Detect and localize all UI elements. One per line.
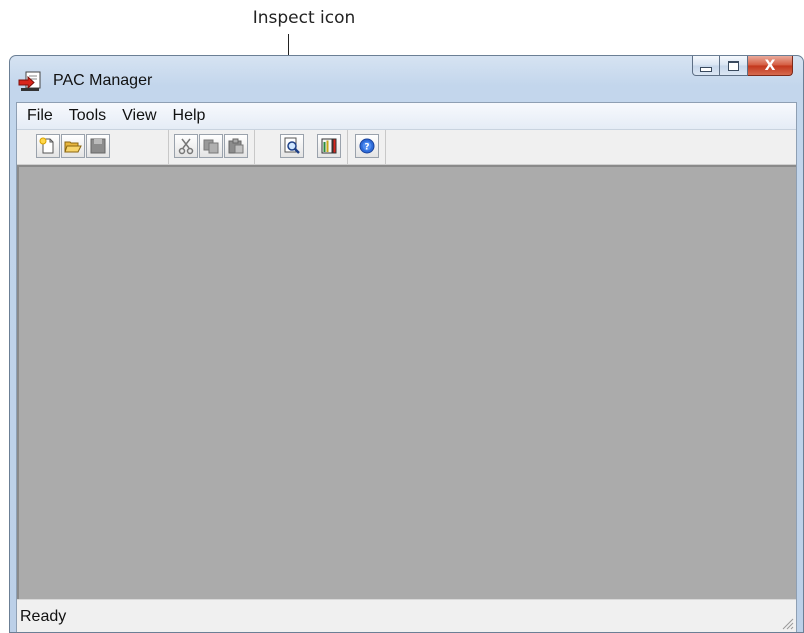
pac-manager-app-icon bbox=[18, 71, 41, 91]
client-area: File Tools View Help ? Ready bbox=[16, 102, 797, 632]
help-button[interactable]: ? bbox=[355, 134, 379, 158]
toolbar-separator bbox=[385, 130, 386, 164]
help-icon: ? bbox=[359, 138, 375, 154]
close-icon: X bbox=[764, 57, 776, 74]
toolbar-separator bbox=[254, 130, 255, 164]
menu-file[interactable]: File bbox=[17, 103, 61, 129]
cut-icon bbox=[178, 138, 194, 155]
menu-help[interactable]: Help bbox=[165, 103, 214, 129]
cut-button[interactable] bbox=[174, 134, 198, 158]
maximize-button[interactable] bbox=[720, 56, 748, 76]
workspace-area[interactable] bbox=[17, 165, 796, 600]
svg-text:?: ? bbox=[364, 143, 369, 153]
resize-grip-icon[interactable] bbox=[780, 616, 794, 630]
tools-bars-icon bbox=[321, 138, 337, 154]
status-bar: Ready bbox=[17, 599, 796, 632]
title-bar[interactable]: PAC Manager X bbox=[10, 56, 803, 102]
save-icon bbox=[90, 138, 106, 154]
toolbar-separator bbox=[347, 130, 348, 164]
toolbar-edit-group bbox=[174, 134, 249, 158]
new-file-icon bbox=[39, 137, 54, 154]
toolbar-help-group: ? bbox=[355, 134, 380, 158]
open-button[interactable] bbox=[61, 134, 85, 158]
copy-icon bbox=[203, 139, 219, 154]
paste-button[interactable] bbox=[224, 134, 248, 158]
copy-button[interactable] bbox=[199, 134, 223, 158]
window-controls: X bbox=[692, 56, 793, 78]
pac-manager-window: PAC Manager X File Tools View Help ? Rea… bbox=[9, 55, 804, 633]
menu-tools[interactable]: Tools bbox=[61, 103, 114, 129]
inspect-icon bbox=[284, 137, 300, 154]
minimize-icon bbox=[700, 66, 712, 72]
close-button[interactable]: X bbox=[748, 56, 793, 76]
paste-icon bbox=[228, 138, 244, 154]
open-folder-icon bbox=[64, 141, 82, 153]
status-text: Ready bbox=[20, 608, 67, 625]
window-title: PAC Manager bbox=[53, 72, 153, 89]
minimize-button[interactable] bbox=[692, 56, 720, 76]
new-button[interactable] bbox=[36, 134, 60, 158]
tools-button[interactable] bbox=[317, 134, 341, 158]
toolbar-separator bbox=[168, 130, 169, 164]
inspect-icon-callout: Inspect icon bbox=[252, 8, 356, 28]
maximize-icon bbox=[728, 60, 739, 71]
toolbar: ? bbox=[17, 130, 796, 165]
toolbar-file-group bbox=[36, 134, 111, 158]
toolbar-tools-group bbox=[317, 134, 342, 158]
menu-bar: File Tools View Help bbox=[17, 103, 796, 130]
inspect-button[interactable] bbox=[280, 134, 304, 158]
menu-view[interactable]: View bbox=[114, 103, 164, 129]
toolbar-inspect-group bbox=[280, 134, 305, 158]
save-button[interactable] bbox=[86, 134, 110, 158]
